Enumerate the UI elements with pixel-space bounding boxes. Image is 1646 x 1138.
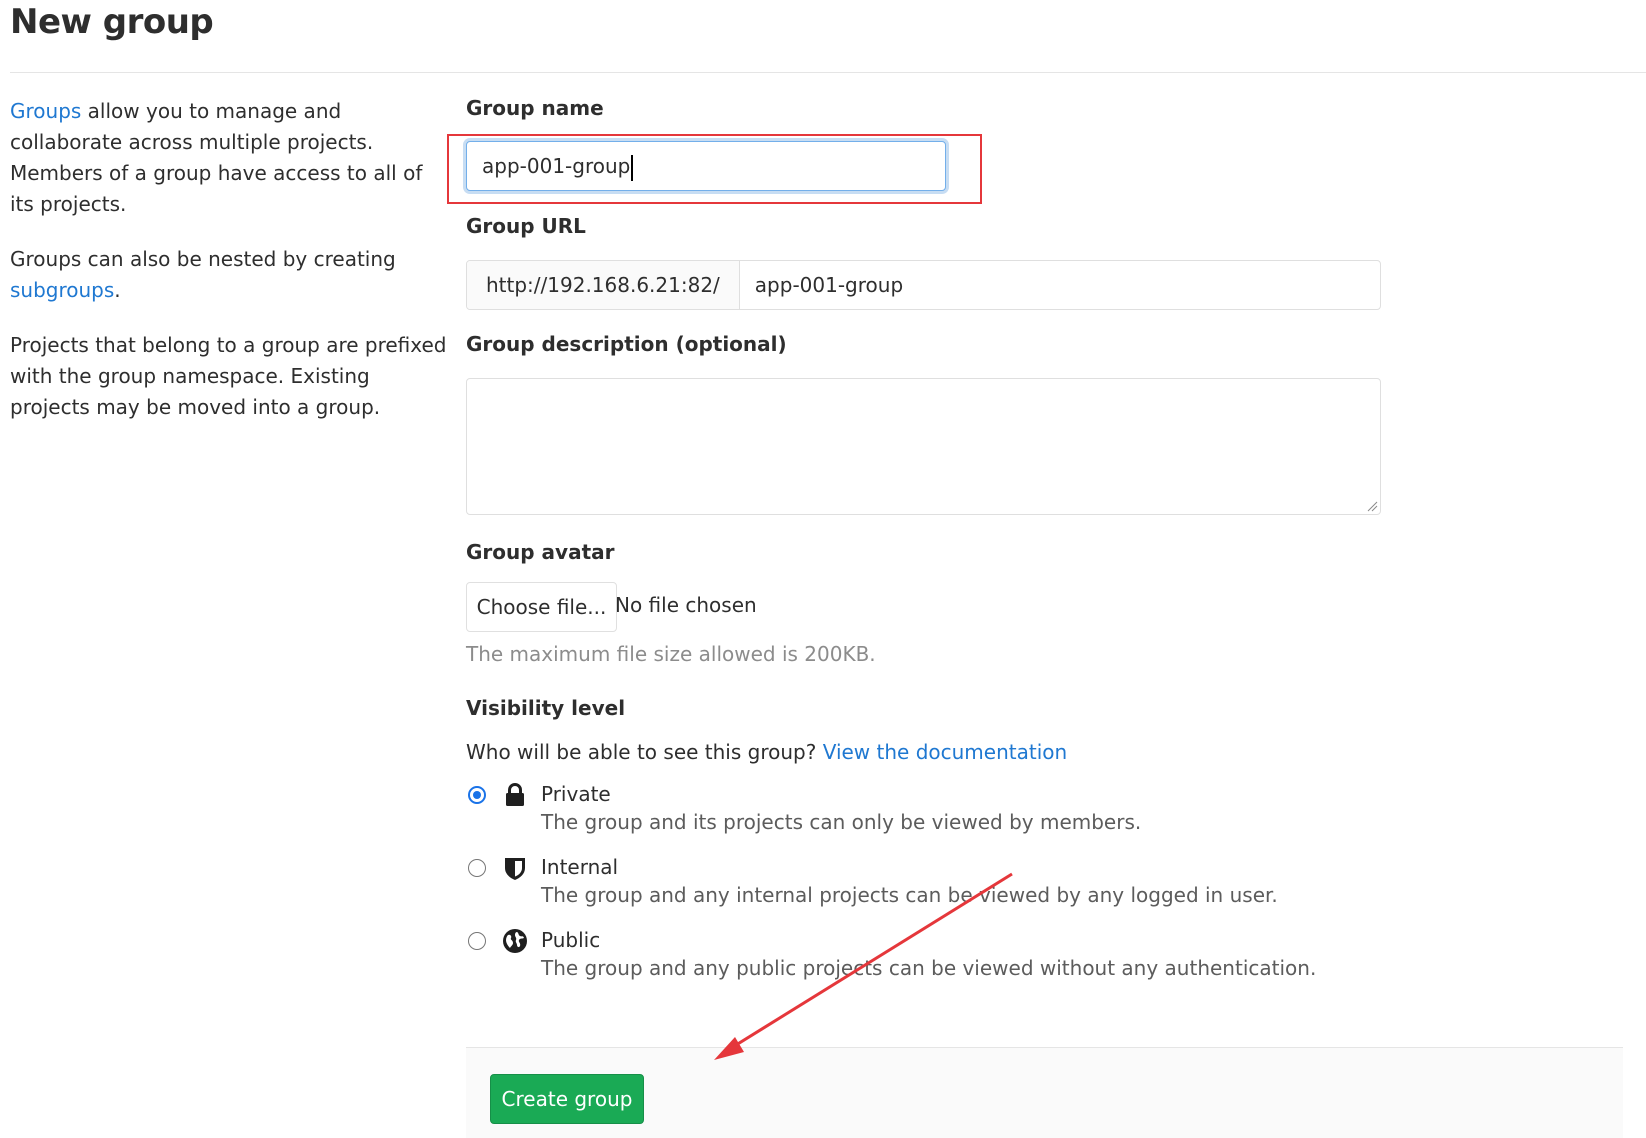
group-name-label: Group name xyxy=(466,96,604,120)
page-title: New group xyxy=(10,2,214,42)
group-url-path-input[interactable]: app-001-group xyxy=(740,261,1380,309)
internal-title: Internal xyxy=(541,855,619,879)
help-text-subgroups: Groups can also be nested by creating xyxy=(10,247,396,271)
private-description: The group and its projects can only be v… xyxy=(541,810,1142,834)
subgroups-link[interactable]: subgroups xyxy=(10,278,114,302)
form-actions-bar: Create group xyxy=(466,1047,1623,1138)
resize-grip-icon[interactable] xyxy=(1366,500,1378,512)
shield-icon xyxy=(505,858,525,880)
group-url-input-group: http://192.168.6.21:82/ app-001-group xyxy=(466,260,1381,310)
view-documentation-link[interactable]: View the documentation xyxy=(823,740,1067,764)
highlight-annotation-box xyxy=(447,134,982,204)
visibility-level-label: Visibility level xyxy=(466,696,626,720)
help-text-period: . xyxy=(114,278,121,302)
visibility-option-public[interactable]: Public The group and any public projects… xyxy=(466,928,1366,988)
lock-icon xyxy=(506,783,524,806)
choose-file-button[interactable]: Choose file... xyxy=(466,582,617,632)
visibility-question-text: Who will be able to see this group? xyxy=(466,740,817,764)
visibility-question: Who will be able to see this group? View… xyxy=(466,740,1067,764)
file-status-text: No file chosen xyxy=(615,593,757,617)
group-url-label: Group URL xyxy=(466,214,586,238)
create-group-button[interactable]: Create group xyxy=(490,1074,644,1124)
help-paragraph-projects: Projects that belong to a group are pref… xyxy=(10,333,447,419)
new-group-form: Group name app-001-group Group URL http:… xyxy=(447,0,1646,1138)
public-title: Public xyxy=(541,928,601,952)
private-radio[interactable] xyxy=(468,786,486,804)
group-url-prefix: http://192.168.6.21:82/ xyxy=(467,261,740,309)
visibility-option-private[interactable]: Private The group and its projects can o… xyxy=(466,782,1366,842)
private-title: Private xyxy=(541,782,611,806)
sidebar-help: Groups allow you to manage and collabora… xyxy=(10,96,450,447)
internal-radio[interactable] xyxy=(468,859,486,877)
group-avatar-label: Group avatar xyxy=(466,540,615,564)
globe-icon xyxy=(503,929,527,953)
public-description: The group and any public projects can be… xyxy=(541,956,1317,980)
help-paragraph-groups: Groups allow you to manage and collabora… xyxy=(10,96,450,220)
internal-description: The group and any internal projects can … xyxy=(541,883,1278,907)
help-paragraph-subgroups: Groups can also be nested by creating su… xyxy=(10,244,450,306)
visibility-option-internal[interactable]: Internal The group and any internal proj… xyxy=(466,855,1366,915)
group-description-label: Group description (optional) xyxy=(466,332,787,356)
avatar-size-hint: The maximum file size allowed is 200KB. xyxy=(466,642,876,666)
groups-link[interactable]: Groups xyxy=(10,99,81,123)
group-description-textarea[interactable] xyxy=(466,378,1381,515)
public-radio[interactable] xyxy=(468,932,486,950)
